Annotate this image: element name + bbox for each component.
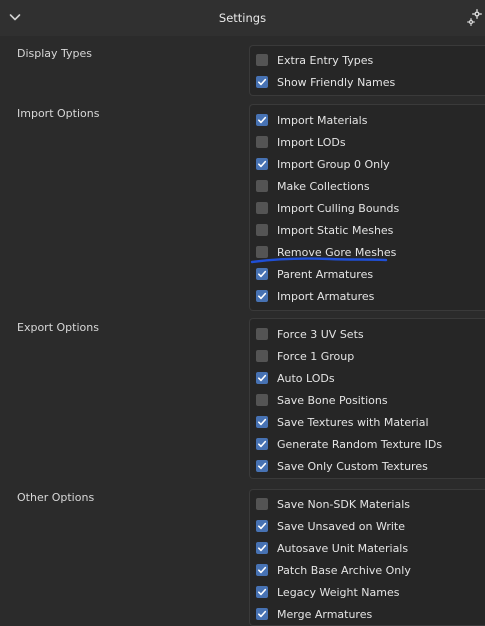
checkbox-checked[interactable] bbox=[256, 290, 268, 302]
checkbox-label: Autosave Unit Materials bbox=[277, 541, 409, 555]
options-group: Import Materials Import LODs Import Group … bbox=[249, 104, 485, 311]
checkbox-checked[interactable] bbox=[256, 76, 268, 88]
section-label: Export Options bbox=[17, 321, 99, 334]
checkbox-option[interactable]: Save Only Custom Textures bbox=[256, 458, 428, 474]
checkbox-option[interactable]: Import Static Meshes bbox=[256, 222, 393, 238]
checkbox-checked[interactable] bbox=[256, 564, 268, 576]
checkbox-label: Merge Armatures bbox=[277, 607, 373, 621]
checkbox-option[interactable]: Legacy Weight Names bbox=[256, 584, 399, 600]
checkmark-icon bbox=[258, 544, 267, 552]
checkbox-label: Remove Gore Meshes bbox=[277, 245, 397, 259]
checkbox-option[interactable]: Generate Random Texture IDs bbox=[256, 436, 442, 452]
panel-header[interactable]: Settings bbox=[0, 0, 485, 36]
section-label: Import Options bbox=[17, 107, 100, 120]
checkbox-option[interactable]: Save Unsaved on Write bbox=[256, 518, 405, 534]
checkbox-option[interactable]: Import LODs bbox=[256, 134, 346, 150]
checkbox-label: Show Friendly Names bbox=[277, 75, 396, 89]
checkbox-label: Save Non-SDK Materials bbox=[277, 497, 410, 511]
options-group: Save Non-SDK Materials Save Unsaved on Wr… bbox=[249, 489, 485, 626]
options-group: Extra Entry Types Show Friendly Names bbox=[249, 45, 485, 96]
checkmark-icon bbox=[258, 270, 267, 278]
checkbox-option[interactable]: Force 3 UV Sets bbox=[256, 326, 364, 342]
checkbox-option[interactable]: Show Friendly Names bbox=[256, 74, 395, 90]
checkbox-option[interactable]: Save Non-SDK Materials bbox=[256, 496, 410, 512]
checkbox-label: Import Static Meshes bbox=[277, 223, 394, 237]
checkbox-label: Save Textures with Material bbox=[277, 415, 429, 429]
checkbox-checked[interactable] bbox=[256, 586, 268, 598]
checkbox-option[interactable]: Import Materials bbox=[256, 112, 367, 128]
checkbox-option[interactable]: Import Group 0 Only bbox=[256, 156, 390, 172]
checkbox-option[interactable]: Extra Entry Types bbox=[256, 52, 373, 68]
checkbox-checked[interactable] bbox=[256, 268, 268, 280]
checkmark-icon bbox=[258, 116, 267, 124]
checkbox-label: Force 1 Group bbox=[277, 349, 355, 363]
checkbox-unchecked[interactable] bbox=[256, 246, 268, 258]
checkbox-unchecked[interactable] bbox=[256, 328, 268, 340]
checkbox-option[interactable]: Merge Armatures bbox=[256, 606, 372, 622]
checkmark-icon bbox=[258, 374, 267, 382]
checkmark-icon bbox=[258, 566, 267, 574]
checkbox-unchecked[interactable] bbox=[256, 350, 268, 362]
checkbox-checked[interactable] bbox=[256, 372, 268, 384]
checkbox-label: Extra Entry Types bbox=[277, 53, 374, 67]
section-label: Display Types bbox=[17, 47, 93, 60]
checkbox-label: Import Armatures bbox=[277, 289, 375, 303]
checkbox-label: Import Culling Bounds bbox=[277, 201, 400, 215]
checkbox-checked[interactable] bbox=[256, 158, 268, 170]
checkbox-option[interactable]: Save Textures with Material bbox=[256, 414, 429, 430]
checkmark-icon bbox=[258, 160, 267, 168]
checkbox-label: Legacy Weight Names bbox=[277, 585, 400, 599]
checkmark-icon bbox=[258, 462, 267, 470]
checkbox-label: Make Collections bbox=[277, 179, 370, 193]
checkbox-checked[interactable] bbox=[256, 520, 268, 532]
checkbox-checked[interactable] bbox=[256, 438, 268, 450]
checkbox-label: Auto LODs bbox=[277, 371, 335, 385]
checkbox-label: Patch Base Archive Only bbox=[277, 563, 411, 577]
checkbox-option[interactable]: Import Armatures bbox=[256, 288, 374, 304]
checkbox-checked[interactable] bbox=[256, 542, 268, 554]
checkmark-icon bbox=[258, 78, 267, 86]
checkbox-label: Save Only Custom Textures bbox=[277, 459, 428, 473]
checkbox-label: Import Materials bbox=[277, 113, 368, 127]
checkbox-option[interactable]: Force 1 Group bbox=[256, 348, 354, 364]
checkbox-option[interactable]: Patch Base Archive Only bbox=[256, 562, 411, 578]
checkbox-label: Save Bone Positions bbox=[277, 393, 388, 407]
checkbox-unchecked[interactable] bbox=[256, 136, 268, 148]
checkbox-checked[interactable] bbox=[256, 416, 268, 428]
checkmark-icon bbox=[258, 418, 267, 426]
checkbox-unchecked[interactable] bbox=[256, 394, 268, 406]
checkbox-label: Import Group 0 Only bbox=[277, 157, 390, 171]
checkbox-unchecked[interactable] bbox=[256, 202, 268, 214]
checkmark-icon bbox=[258, 440, 267, 448]
gear-icon[interactable] bbox=[466, 8, 484, 28]
checkbox-option[interactable]: Parent Armatures bbox=[256, 266, 373, 282]
checkbox-unchecked[interactable] bbox=[256, 180, 268, 192]
checkbox-option[interactable]: Make Collections bbox=[256, 178, 370, 194]
checkbox-checked[interactable] bbox=[256, 608, 268, 620]
checkbox-unchecked[interactable] bbox=[256, 224, 268, 236]
checkbox-label: Import LODs bbox=[277, 135, 346, 149]
checkbox-checked[interactable] bbox=[256, 460, 268, 472]
panel-title: Settings bbox=[218, 11, 267, 25]
section-label: Other Options bbox=[17, 491, 95, 504]
checkbox-label: Force 3 UV Sets bbox=[277, 327, 364, 341]
checkbox-label: Parent Armatures bbox=[277, 267, 374, 281]
checkbox-unchecked[interactable] bbox=[256, 498, 268, 510]
checkbox-unchecked[interactable] bbox=[256, 54, 268, 66]
checkmark-icon bbox=[258, 588, 267, 596]
checkbox-option[interactable]: Save Bone Positions bbox=[256, 392, 388, 408]
checkmark-icon bbox=[258, 610, 267, 618]
checkbox-label: Save Unsaved on Write bbox=[277, 519, 405, 533]
checkbox-option[interactable]: Remove Gore Meshes bbox=[256, 244, 396, 260]
settings-panel: Settings Display Types Extra Entry Types S… bbox=[0, 0, 485, 626]
checkbox-checked[interactable] bbox=[256, 114, 268, 126]
checkbox-option[interactable]: Import Culling Bounds bbox=[256, 200, 399, 216]
options-group: Force 3 UV Sets Force 1 Group Auto LODs Sav… bbox=[249, 318, 485, 479]
checkbox-option[interactable]: Autosave Unit Materials bbox=[256, 540, 408, 556]
checkmark-icon bbox=[258, 522, 267, 530]
checkmark-icon bbox=[258, 292, 267, 300]
checkbox-option[interactable]: Auto LODs bbox=[256, 370, 335, 386]
checkbox-label: Generate Random Texture IDs bbox=[277, 437, 443, 451]
